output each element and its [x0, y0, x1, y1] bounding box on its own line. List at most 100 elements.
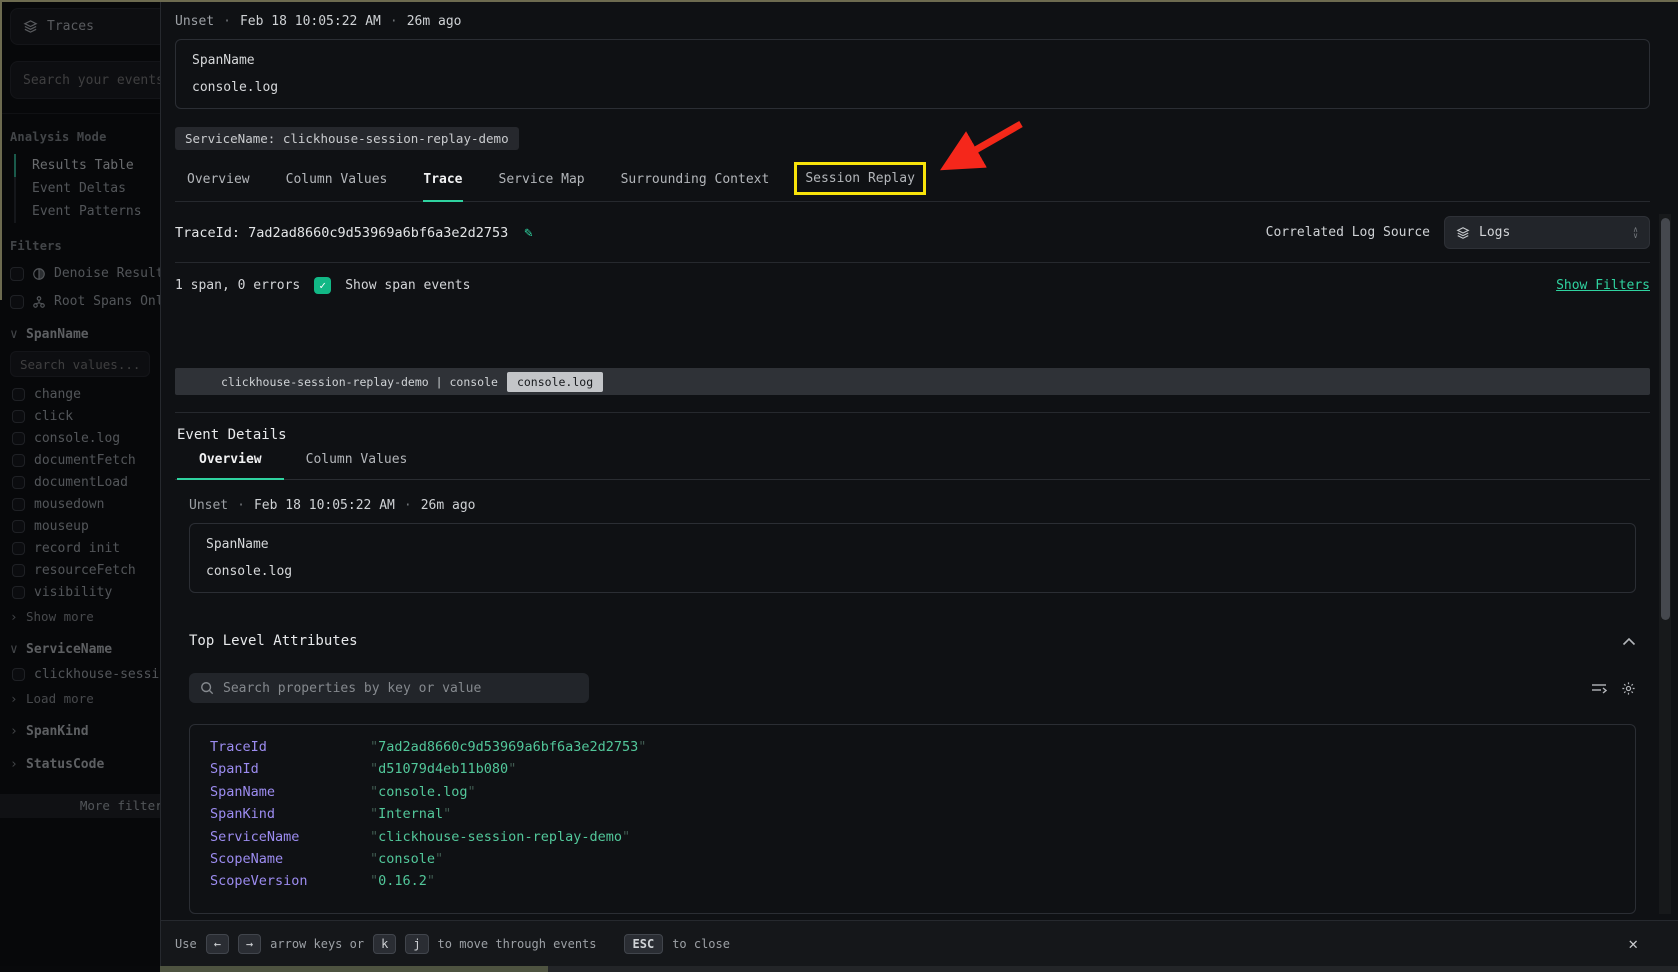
- log-source-value: Logs: [1479, 225, 1510, 240]
- span-summary-text: 1 span, 0 errors: [175, 278, 300, 293]
- attribute-row[interactable]: ScopeVersion "0.16.2": [190, 870, 1635, 892]
- event-tab[interactable]: Column Values: [286, 172, 388, 201]
- spanname-card-label: SpanName: [192, 53, 1633, 68]
- attribute-row[interactable]: SpanName "console.log": [190, 781, 1635, 803]
- attributes-table: TraceId "7ad2ad8660c9d53969a6bf6a3e2d275…: [189, 724, 1636, 914]
- spanname-card-value: console.log: [192, 80, 1633, 95]
- quote: ": [468, 784, 476, 800]
- window-left-edge: [0, 0, 2, 300]
- attribute-row[interactable]: SpanId "d51079d4eb11b080": [190, 758, 1635, 780]
- sidebar-dim-overlay: [0, 0, 160, 966]
- key-arrow-right: →: [238, 934, 261, 954]
- key-esc: ESC: [624, 934, 664, 954]
- separator: ·: [223, 14, 231, 29]
- spanname-card: SpanName console.log: [189, 523, 1636, 593]
- top-level-attributes-header: Top Level Attributes: [189, 633, 1636, 649]
- layers-icon: [1456, 226, 1470, 240]
- key-j: j: [405, 934, 428, 954]
- event-relative-time: 26m ago: [407, 14, 462, 29]
- waterfall-span-bar[interactable]: clickhouse-session-replay-demo | console…: [175, 368, 1650, 395]
- quote: ": [443, 806, 451, 822]
- scrollbar-track[interactable]: [1659, 214, 1671, 914]
- event-details-tab[interactable]: Overview: [177, 452, 284, 480]
- attribute-value: "console.log": [370, 781, 476, 803]
- attribute-value: "clickhouse-session-replay-demo": [370, 826, 630, 848]
- quote: ": [370, 784, 378, 800]
- attribute-row[interactable]: ServiceName "clickhouse-session-replay-d…: [190, 826, 1635, 848]
- servicename-chip[interactable]: ServiceName: clickhouse-session-replay-d…: [175, 127, 519, 150]
- status-badge: Unset: [175, 14, 214, 29]
- attribute-row[interactable]: ScopeName "console": [190, 848, 1635, 870]
- event-header-row: Unset · Feb 18 10:05:22 AM · 26m ago: [175, 0, 1650, 29]
- event-side-panel: Unset · Feb 18 10:05:22 AM · 26m ago Spa…: [160, 0, 1678, 966]
- event-relative-time: 26m ago: [421, 498, 476, 513]
- event-tab[interactable]: Overview: [187, 172, 250, 201]
- status-badge: Unset: [189, 498, 228, 513]
- hint-text: arrow keys or: [270, 937, 364, 951]
- attribute-key: SpanId: [210, 758, 370, 780]
- section-divider: [175, 412, 1650, 413]
- key-k: k: [373, 934, 396, 954]
- spanname-card-label: SpanName: [206, 537, 1619, 552]
- attribute-value: "Internal": [370, 803, 451, 825]
- attributes-search-box[interactable]: [189, 673, 589, 703]
- quote: ": [370, 851, 378, 867]
- show-span-events-label: Show span events: [345, 278, 470, 293]
- hint-text: Use: [175, 937, 197, 951]
- collapse-chevron-up-icon[interactable]: [1622, 637, 1636, 646]
- attribute-key: SpanKind: [210, 803, 370, 825]
- quote: ": [622, 829, 630, 845]
- event-details-header-row: Unset · Feb 18 10:05:22 AM · 26m ago: [189, 480, 1636, 513]
- event-tab[interactable]: Trace: [423, 172, 462, 202]
- event-tab[interactable]: Session Replay: [797, 165, 923, 192]
- event-timestamp: Feb 18 10:05:22 AM: [254, 498, 395, 513]
- show-span-events-checkbox[interactable]: ✓: [314, 277, 331, 294]
- attribute-row[interactable]: TraceId "7ad2ad8660c9d53969a6bf6a3e2d275…: [190, 736, 1635, 758]
- quote: ": [370, 829, 378, 845]
- trace-id-text: TraceId: 7ad2ad8660c9d53969a6bf6a3e2d275…: [175, 225, 508, 241]
- quote: ": [370, 739, 378, 755]
- attribute-row[interactable]: SpanKind "Internal": [190, 803, 1635, 825]
- hint-text: to move through events: [438, 937, 597, 951]
- event-tabs: Overview Column Values Trace Service Map Sur…: [175, 172, 1650, 202]
- event-details-title: Event Details: [175, 427, 1650, 443]
- log-source-select[interactable]: Logs ∧∨: [1444, 216, 1650, 249]
- app-viewport: Traces Analysis Mode Results TableEvent …: [0, 0, 1678, 972]
- gear-icon[interactable]: [1621, 681, 1636, 696]
- attribute-value: "d51079d4eb11b080": [370, 758, 516, 780]
- attribute-key: ServiceName: [210, 826, 370, 848]
- show-filters-link[interactable]: Show Filters: [1556, 278, 1650, 293]
- wrap-lines-icon[interactable]: [1591, 681, 1607, 696]
- separator: ·: [404, 498, 412, 513]
- attributes-search-input[interactable]: [223, 681, 578, 696]
- quote: ": [508, 761, 516, 777]
- span-summary-row: 1 span, 0 errors ✓ Show span events Show…: [175, 263, 1650, 294]
- quote: ": [370, 806, 378, 822]
- quote: ": [370, 761, 378, 777]
- separator: ·: [390, 14, 398, 29]
- window-top-edge: [0, 0, 1678, 2]
- scrollbar-thumb[interactable]: [1661, 218, 1670, 620]
- attribute-key: ScopeName: [210, 848, 370, 870]
- quote: ": [370, 873, 378, 889]
- edit-pencil-icon[interactable]: ✎: [524, 225, 532, 241]
- select-chevrons-icon: ∧∨: [1633, 227, 1638, 239]
- separator: ·: [237, 498, 245, 513]
- event-tab[interactable]: Service Map: [499, 172, 585, 201]
- waterfall-span-pill[interactable]: console.log: [507, 372, 603, 392]
- attribute-value: "console": [370, 848, 443, 870]
- close-icon[interactable]: ✕: [1628, 934, 1638, 953]
- quote: ": [427, 873, 435, 889]
- key-arrow-left: ←: [206, 934, 229, 954]
- waterfall-empty-area: [175, 294, 1650, 368]
- quote: ": [638, 739, 646, 755]
- spanname-card-value: console.log: [206, 564, 1619, 579]
- trace-header-row: TraceId: 7ad2ad8660c9d53969a6bf6a3e2d275…: [175, 202, 1650, 263]
- event-timestamp: Feb 18 10:05:22 AM: [240, 14, 381, 29]
- sidebar: Traces Analysis Mode Results TableEvent …: [0, 0, 160, 966]
- event-details-tab[interactable]: Column Values: [284, 452, 430, 479]
- event-tab[interactable]: Surrounding Context: [621, 172, 770, 201]
- top-level-attributes-title: Top Level Attributes: [189, 633, 358, 649]
- attributes-search-row: [189, 673, 1636, 703]
- attribute-value: "0.16.2": [370, 870, 435, 892]
